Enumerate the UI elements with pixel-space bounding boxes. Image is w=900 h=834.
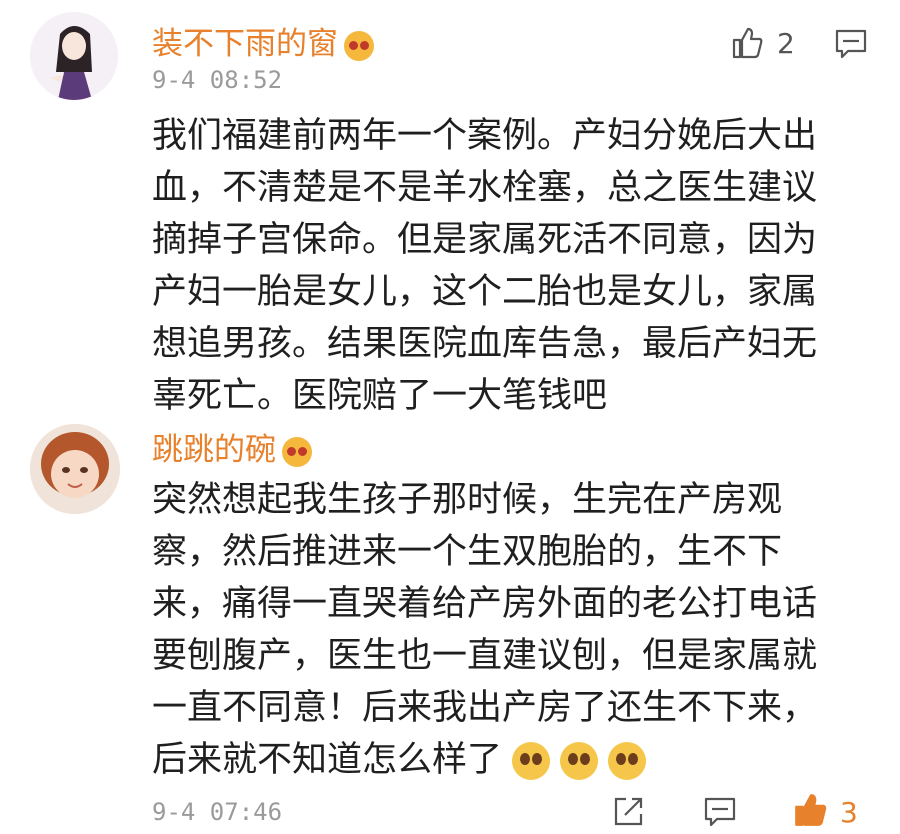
pleading-face-emoji <box>560 742 599 780</box>
comment-2: 跳跳的碗 突然想起我生孩子那时候，生完在产房观 察，然后推进来一个生双胞胎的，生… <box>0 410 900 834</box>
comment-body-1: 我们福建前两年一个案例。产妇分娩后大出 血，不清楚是不是羊水栓塞，总之医生建议 … <box>152 110 817 422</box>
text-line: 来，痛得一直哭着给产房外面的老公打电话 <box>152 584 818 624</box>
comment-icon[interactable] <box>834 28 868 64</box>
avatar-photo-icon <box>30 424 120 514</box>
timestamp-2: 9-4 07:46 <box>152 798 283 826</box>
text-line: 摘掉子宫保命。但是家属死活不同意，因为 <box>152 220 818 260</box>
text-line: 血，不清楚是不是羊水栓塞，总之医生建议 <box>152 168 818 208</box>
avatar-illustration-icon <box>30 12 118 100</box>
comment-icon[interactable] <box>703 796 737 832</box>
text-line: 一直不同意！后来我出产房了还生不下来， <box>152 688 818 728</box>
text-line: 想追男孩。结果医院血库告急，最后产妇无 <box>152 324 818 364</box>
pleading-face-emoji <box>608 742 647 780</box>
like-count-1: 2 <box>777 27 795 60</box>
share-icon[interactable] <box>612 794 646 832</box>
vip-badge-icon <box>282 436 312 467</box>
vip-badge-icon <box>344 30 374 61</box>
text-line: 我们福建前两年一个案例。产妇分娩后大出 <box>152 116 818 156</box>
text-line: 察，然后推进来一个生双胞胎的，生不下 <box>152 532 783 572</box>
comment-1: 装不下雨的窗 9-4 08:52 2 我们福建前两年一个案例。产妇分娩后大出 血… <box>0 0 900 416</box>
avatar-2[interactable] <box>30 424 120 514</box>
text-line: 突然想起我生孩子那时候，生完在产房观 <box>152 480 783 520</box>
timestamp-1: 9-4 08:52 <box>152 66 283 94</box>
text-line: 要刨腹产，医生也一直建议刨，但是家属就 <box>152 636 818 676</box>
thumbs-up-icon[interactable] <box>792 792 828 832</box>
text-line: 产妇一胎是女儿，这个二胎也是女儿，家属 <box>152 272 818 312</box>
text-line-with-emoji: 后来就不知道怎么样了 <box>152 734 817 786</box>
like-count-2: 3 <box>840 796 858 829</box>
thumbs-up-icon[interactable] <box>730 26 764 64</box>
username-1[interactable]: 装不下雨的窗 <box>152 18 374 63</box>
username-2[interactable]: 跳跳的碗 <box>152 424 312 469</box>
avatar-1[interactable] <box>30 12 118 100</box>
pleading-face-emoji <box>512 742 551 780</box>
comment-body-2: 突然想起我生孩子那时候，生完在产房观 察，然后推进来一个生双胞胎的，生不下 来，… <box>152 474 817 786</box>
